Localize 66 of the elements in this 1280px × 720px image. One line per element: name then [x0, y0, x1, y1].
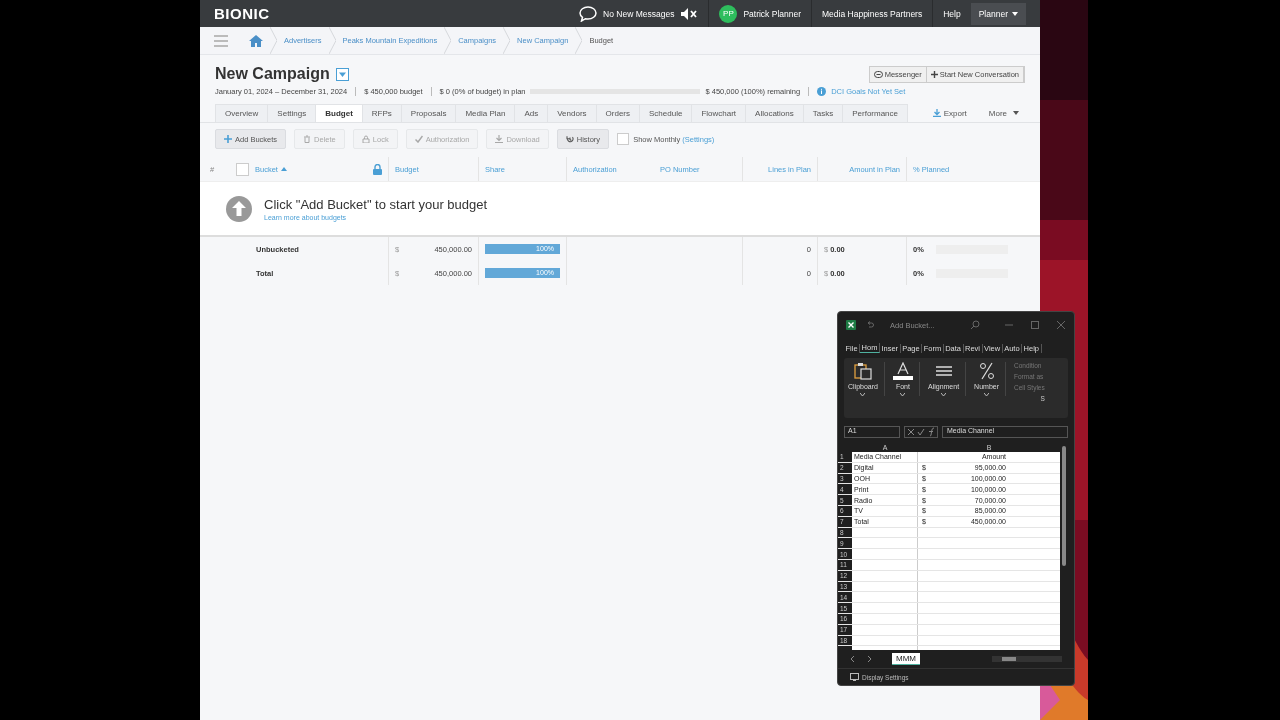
close-icon[interactable] [1056, 320, 1066, 330]
dropdown-icon[interactable] [335, 67, 349, 81]
search-icon[interactable] [970, 320, 980, 330]
help-link[interactable]: Help [943, 8, 961, 19]
tab[interactable]: Performance [842, 104, 908, 122]
caret-icon[interactable] [900, 393, 906, 396]
tab[interactable]: Tasks [802, 104, 844, 122]
chat-icon [873, 70, 883, 78]
tab[interactable]: Orders [595, 104, 641, 122]
tab[interactable]: RFPs [361, 104, 402, 122]
role-dropdown[interactable]: Planner [970, 2, 1026, 25]
tab[interactable]: Settings [267, 104, 317, 122]
horizontal-scrollbar[interactable] [992, 656, 1062, 662]
download-icon [495, 135, 504, 143]
caret-icon[interactable] [941, 393, 947, 396]
sheet-navigation-icon[interactable] [850, 655, 872, 663]
tab[interactable]: Overview [215, 104, 269, 122]
trash-icon [303, 135, 312, 143]
caret-icon [1012, 11, 1018, 16]
tab[interactable]: Ads [514, 104, 549, 122]
mute-icon[interactable] [680, 6, 699, 21]
sort-ascending-icon[interactable] [280, 167, 287, 171]
breadcrumb-separator [444, 27, 452, 54]
empty-message: Click "Add Bucket" to start your budget [264, 196, 488, 212]
more-dropdown[interactable]: More [982, 107, 1025, 119]
undo-icon[interactable] [866, 321, 874, 329]
export-button[interactable]: Export [926, 107, 973, 119]
info-icon [817, 87, 827, 96]
monitor-icon [850, 673, 859, 681]
download-icon [932, 109, 941, 117]
clipboard-icon[interactable] [854, 362, 872, 380]
lock-icon[interactable] [373, 163, 382, 175]
breadcrumb-separator [328, 27, 336, 54]
history-icon [565, 135, 574, 143]
tab[interactable]: Budget [315, 104, 363, 122]
percent-icon[interactable] [978, 362, 995, 380]
caret-icon[interactable] [984, 393, 990, 396]
tab[interactable]: Vendors [547, 104, 597, 122]
tab[interactable]: Proposals [400, 104, 457, 122]
breadcrumb-separator [503, 27, 511, 54]
caret-icon [1013, 111, 1019, 115]
breadcrumb-separator [575, 27, 583, 54]
plus-icon [930, 70, 938, 78]
user-name[interactable]: Patrick Planner [743, 8, 802, 19]
logo[interactable]: BIONIC [214, 5, 270, 22]
tab[interactable]: Allocations [745, 104, 804, 122]
plus-icon [224, 135, 232, 143]
home-icon[interactable] [249, 34, 263, 47]
speech-bubble-icon[interactable] [579, 5, 598, 22]
lock-icon [361, 135, 370, 143]
select-all-checkbox[interactable] [236, 162, 249, 176]
tab[interactable]: Flowchart [691, 104, 747, 122]
messages-label[interactable]: No New Messages [603, 8, 675, 19]
tab[interactable]: Media Plan [455, 104, 516, 122]
caret-icon[interactable] [860, 393, 866, 396]
tab[interactable]: Schedule [639, 104, 693, 122]
sheet-tab[interactable]: MMM [892, 653, 920, 665]
checkmark-icon [414, 135, 423, 143]
show-monthly-checkbox[interactable] [617, 133, 630, 145]
page-title: New Campaign [215, 65, 330, 83]
font-color-icon[interactable] [892, 362, 913, 380]
organization-link[interactable]: Media Happiness Partners [822, 8, 923, 19]
spreadsheet-app-icon[interactable] [846, 320, 856, 330]
breadcrumb-separator [270, 27, 277, 54]
formula-buttons-icon[interactable] [904, 425, 938, 438]
maximize-icon[interactable] [1030, 320, 1040, 330]
